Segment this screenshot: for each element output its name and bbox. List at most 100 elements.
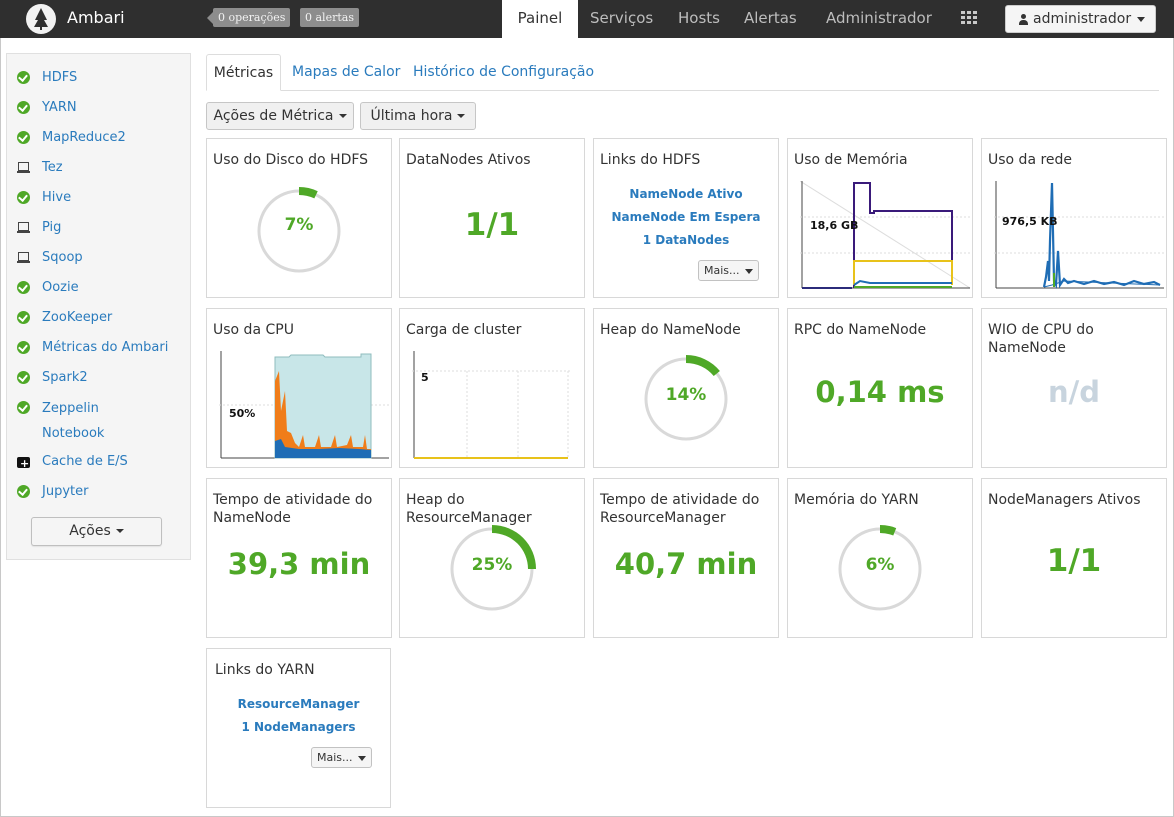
widget-nodemanagers-live[interactable]: NodeManagers Ativos 1/1 [981,478,1167,638]
brand-name[interactable]: Ambari [67,8,125,27]
widget-value: 1/1 [464,207,520,243]
more-label: Mais... [317,751,353,764]
widget-title: Carga de cluster [406,322,522,338]
services-sidebar: HDFS YARN MapReduce2 Tez Hive Pig Sqoop … [6,53,191,560]
widget-memory-usage[interactable]: Uso de Memória 18,6 GB [787,138,973,298]
nav-alerts[interactable]: Alertas [744,0,797,38]
widget-hdfs-disk-usage[interactable]: Uso do Disco do HDFS 7% [206,138,392,298]
user-name: administrador [1033,11,1132,27]
status-ok-icon [17,485,30,498]
status-ok-icon [17,401,30,414]
sidebar-item-label: Sqoop [42,250,83,265]
tab-heatmaps[interactable]: Mapas de Calor [292,54,400,91]
widget-namenode-cpu-wio[interactable]: WIO de CPU do NameNode n/d [981,308,1167,468]
widget-value: 1/1 [1046,543,1102,579]
widget-datanodes-live[interactable]: DataNodes Ativos 1/1 [399,138,585,298]
time-range-button[interactable]: Última hora [360,102,476,130]
widget-title: Tempo de atividade do ResourceManager [600,492,760,526]
ambari-logo-icon[interactable] [26,4,56,34]
sidebar-item-label: Cache de E/S [42,454,128,469]
metric-actions-label: Ações de Métrica [213,108,334,124]
widget-namenode-heap[interactable]: Heap do NameNode 14% [593,308,779,468]
sidebar-item-label: HDFS [42,70,78,85]
status-ok-icon [17,281,30,294]
chevron-down-icon [115,529,124,533]
sidebar-item-label: Zeppelin Notebook [42,401,105,441]
widget-resourcemanager-uptime[interactable]: Tempo de atividade do ResourceManager 40… [593,478,779,638]
donut-chart: 14% [642,355,730,443]
widget-title: Heap do ResourceManager [406,492,532,526]
operations-badge[interactable]: 0 operações [213,8,291,27]
status-ok-icon [17,101,30,114]
widget-namenode-rpc[interactable]: RPC do NameNode 0,14 ms [787,308,973,468]
laptop-icon [17,251,30,264]
laptop-icon [17,161,30,174]
cluster-load-chart [412,351,570,459]
nav-services[interactable]: Serviços [590,0,653,38]
widget-cpu-usage[interactable]: Uso da CPU 50% [206,308,392,468]
link-resourcemanager[interactable]: ResourceManager [207,693,390,716]
link-standby-namenode[interactable]: NameNode Em Espera [594,206,778,229]
widget-yarn-memory[interactable]: Memória do YARN 6% [787,478,973,638]
widget-namenode-uptime[interactable]: Tempo de atividade do NameNode 39,3 min [206,478,392,638]
chevron-down-icon [457,114,466,118]
status-ok-icon [17,131,30,144]
network-sparkline [994,181,1164,290]
user-menu-button[interactable]: administrador [1005,5,1156,33]
widget-hdfs-links[interactable]: Links do HDFS NameNode Ativo NameNode Em… [593,138,779,298]
donut-label: 7% [284,215,314,235]
tab-config-history[interactable]: Histórico de Configuração [413,54,594,91]
status-ok-icon [17,341,30,354]
more-dropdown[interactable]: Mais... [311,747,372,768]
memory-sparkline [800,181,971,289]
links-list: NameNode Ativo NameNode Em Espera 1 Data… [594,183,778,252]
widget-value: 39,3 min [227,547,371,581]
widget-value: n/d [1048,375,1100,409]
chevron-down-icon [357,755,366,761]
nav-dashboard[interactable]: Painel [502,0,578,38]
alerts-badge[interactable]: 0 alertas [300,8,359,27]
nav-admin[interactable]: Administrador [826,0,932,38]
medkit-icon [17,454,30,474]
widget-resourcemanager-heap[interactable]: Heap do ResourceManager 25% [399,478,585,638]
widget-network-usage[interactable]: Uso da rede 976,5 KB [981,138,1167,298]
widget-title: RPC do NameNode [794,322,927,338]
actions-label: Ações [69,523,111,539]
chevron-down-icon [744,268,753,274]
sidebar-item-label: ZooKeeper [42,310,113,325]
widget-cluster-load[interactable]: Carga de cluster 5 [399,308,585,468]
chart-max-label: 18,6 GB [810,219,859,232]
sidebar-item-label: YARN [42,100,77,115]
laptop-icon [17,221,30,234]
widget-title: Uso do Disco do HDFS [213,152,369,168]
donut-chart: 6% [836,525,924,613]
donut-fill [299,187,318,199]
donut-label: 25% [471,555,513,575]
widget-title: DataNodes Ativos [406,152,531,168]
widget-title: Uso de Memória [794,152,908,168]
sidebar-item-label: MapReduce2 [42,130,126,145]
user-icon [1019,13,1028,25]
views-grid-icon[interactable] [961,11,978,26]
widget-title: Uso da CPU [213,322,294,338]
nav-hosts[interactable]: Hosts [678,0,720,38]
link-datanodes[interactable]: 1 DataNodes [594,229,778,252]
metric-actions-button[interactable]: Ações de Métrica [206,102,354,130]
widget-title: Tempo de atividade do NameNode [213,492,373,526]
service-actions-button[interactable]: Ações [31,517,162,546]
link-active-namenode[interactable]: NameNode Ativo [594,183,778,206]
sidebar-item-label: Oozie [42,280,79,295]
widget-title: Memória do YARN [794,492,919,508]
more-dropdown[interactable]: Mais... [698,260,759,281]
widget-yarn-links[interactable]: Links do YARN ResourceManager 1 NodeMana… [206,648,391,808]
more-label: Mais... [704,264,740,277]
donut-fill [686,355,720,377]
links-list: ResourceManager 1 NodeManagers [207,693,390,739]
widget-title: Links do YARN [215,662,315,678]
tab-metrics[interactable]: Métricas [206,54,281,91]
time-range-label: Última hora [370,108,453,124]
sidebar-item-label: Tez [42,160,63,175]
link-nodemanagers[interactable]: 1 NodeManagers [207,716,390,739]
widget-title: Heap do NameNode [600,322,741,338]
status-ok-icon [17,71,30,84]
